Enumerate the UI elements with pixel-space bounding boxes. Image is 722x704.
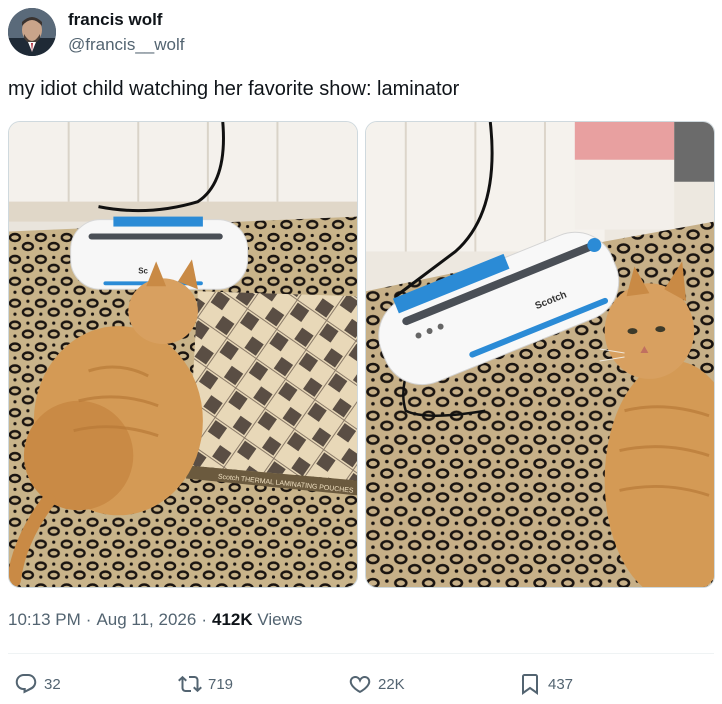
action-bar: 32 719 22K 437	[0, 668, 722, 700]
reply-icon	[15, 674, 37, 694]
tweet-text: my idiot child watching her favorite sho…	[8, 78, 460, 100]
like-button[interactable]: 22K	[348, 668, 405, 700]
author-name[interactable]: francis wolf	[68, 10, 162, 30]
photo-left-image: Scotch THERMAL LAMINATING POUCHES Sc	[9, 122, 357, 587]
heart-icon	[349, 675, 371, 693]
tweet-photo-left[interactable]: Scotch THERMAL LAMINATING POUCHES Sc	[8, 121, 358, 588]
tweet-photo-right[interactable]: Scotch	[365, 121, 715, 588]
repost-icon	[178, 675, 202, 693]
meta-separator: ·	[201, 610, 207, 629]
views-count: 412K	[212, 610, 253, 629]
views-label: Views	[257, 610, 303, 629]
repost-count: 719	[208, 675, 234, 693]
bookmark-icon	[522, 674, 538, 695]
reply-button[interactable]: 32	[14, 668, 61, 700]
repost-button[interactable]: 719	[178, 668, 233, 700]
tweet-metadata: 10:13 PM · Aug 11, 2026 · 412K Views	[8, 610, 302, 630]
photo-right-image: Scotch	[366, 122, 714, 587]
avatar-image	[8, 8, 56, 56]
bookmark-count: 437	[548, 675, 574, 693]
bookmark-button[interactable]: 437	[518, 668, 573, 700]
tweet-time[interactable]: 10:13 PM	[8, 610, 81, 629]
reply-count: 32	[44, 675, 61, 693]
like-count: 22K	[378, 675, 405, 693]
avatar[interactable]	[8, 8, 56, 56]
tweet-card: francis wolf @francis__wolf my idiot chi…	[0, 0, 722, 704]
meta-separator: ·	[85, 610, 92, 629]
author-handle[interactable]: @francis__wolf	[68, 35, 184, 55]
divider	[8, 653, 714, 654]
tweet-date[interactable]: Aug 11, 2026	[96, 610, 196, 629]
svg-text:Sc: Sc	[138, 266, 148, 275]
